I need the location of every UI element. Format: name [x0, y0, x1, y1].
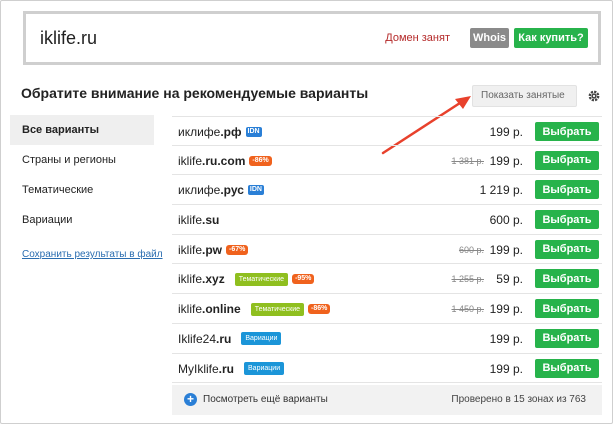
- sidebar: Все варианты Страны и регионы Тематическ…: [10, 115, 154, 235]
- whois-button[interactable]: Whois: [470, 28, 509, 48]
- select-button[interactable]: Выбрать: [535, 328, 599, 348]
- searched-domain-name: iklife: [40, 28, 77, 48]
- table-footer: + Посмотреть ещё варианты Проверено в 15…: [172, 385, 602, 415]
- discount-badge: -67%: [226, 244, 249, 255]
- domain-base: MyIklife: [178, 361, 219, 376]
- table-row: iklife.su 600 р. Выбрать: [172, 205, 602, 235]
- select-button[interactable]: Выбрать: [535, 239, 599, 259]
- domain-name: iklife.pw -67%: [178, 242, 249, 257]
- select-button[interactable]: Выбрать: [535, 210, 599, 230]
- domain-name: иклифе.рф IDN: [178, 125, 262, 139]
- domain-zone: .online: [202, 302, 241, 317]
- table-row: iklife.online Тематические -86% 1 450 р. 199…: [172, 294, 602, 324]
- show-more-link[interactable]: Посмотреть ещё варианты: [203, 394, 328, 405]
- domain-base: иклифе: [178, 125, 221, 139]
- sidebar-item-variations[interactable]: Вариации: [10, 205, 154, 235]
- domain-zone: .pw: [202, 242, 223, 257]
- domain-zone: .ru: [216, 331, 232, 346]
- domain-zone: .рф: [220, 125, 242, 139]
- table-row: MyIklife.ru Вариации 199 р. Выбрать: [172, 354, 602, 384]
- how-to-buy-button[interactable]: Как купить?: [514, 28, 588, 48]
- domain-name: iklife.su: [178, 213, 219, 227]
- domain-table: иклифе.рф IDN 199 р. Выбрать iklife.ru.com -8…: [172, 116, 602, 384]
- domain-name: иклифе.рус IDN: [178, 183, 264, 197]
- domain-name: iklife.ru.com -86%: [178, 154, 272, 168]
- idn-badge: IDN: [245, 127, 262, 137]
- discount-badge: -95%: [292, 274, 315, 285]
- plus-icon[interactable]: +: [184, 393, 197, 406]
- page-frame: iklife.ru Домен занят Whois Как купить? …: [0, 0, 613, 424]
- table-row: иклифе.рус IDN 1 219 р. Выбрать: [172, 175, 602, 206]
- category-tag[interactable]: Вариации: [241, 332, 282, 346]
- domain-base: iklife: [178, 213, 203, 228]
- old-price: 1 381 р.: [451, 155, 484, 166]
- domain-name: iklife.online Тематические -86%: [178, 302, 331, 317]
- table-row: iklife.ru.com -86% 1 381 р. 199 р. Выбрать: [172, 146, 602, 176]
- category-tag[interactable]: Тематические: [234, 272, 289, 286]
- price: 600 р.: [489, 213, 523, 228]
- price: 59 р.: [496, 272, 523, 287]
- select-button[interactable]: Выбрать: [535, 122, 599, 141]
- select-button[interactable]: Выбрать: [535, 150, 599, 170]
- price: 199 р.: [489, 125, 523, 139]
- sidebar-item-all[interactable]: Все варианты: [10, 115, 154, 145]
- sidebar-item-thematic[interactable]: Тематические: [10, 175, 154, 205]
- discount-badge: -86%: [308, 304, 331, 315]
- table-row: иклифе.рф IDN 199 р. Выбрать: [172, 116, 602, 146]
- price: 199 р.: [489, 302, 523, 317]
- domain-name: MyIklife.ru Вариации: [178, 361, 285, 376]
- show-busy-toggle[interactable]: Показать занятые: [472, 85, 577, 107]
- domain-zone: .рус: [220, 183, 244, 198]
- table-row: iklife.pw -67% 600 р. 199 р. Выбрать: [172, 235, 602, 265]
- sidebar-item-countries[interactable]: Страны и регионы: [10, 145, 154, 175]
- old-price: 1 450 р.: [451, 304, 484, 315]
- domain-base: iklife: [178, 272, 203, 287]
- table-row: Iklife24.ru Вариации 199 р. Выбрать: [172, 324, 602, 354]
- domain-zone: .xyz: [202, 272, 225, 287]
- domain-base: Iklife24: [178, 331, 217, 346]
- domain-name: iklife.xyz Тематические -95%: [178, 272, 315, 287]
- price: 199 р.: [489, 242, 523, 257]
- price: 1 219 р.: [479, 183, 523, 198]
- select-button[interactable]: Выбрать: [535, 180, 599, 200]
- domain-name: Iklife24.ru Вариации: [178, 331, 282, 346]
- domain-result-box: iklife.ru Домен занят Whois Как купить?: [23, 11, 601, 65]
- domain-zone: .ru.com: [202, 153, 246, 168]
- domain-base: iklife: [178, 242, 203, 257]
- old-price: 1 255 р.: [451, 274, 484, 285]
- price: 199 р.: [489, 331, 523, 346]
- old-price: 600 р.: [458, 244, 484, 255]
- domain-base: iklife: [178, 153, 203, 168]
- select-button[interactable]: Выбрать: [535, 358, 599, 378]
- domain-zone: .su: [202, 213, 220, 228]
- price: 199 р.: [489, 361, 523, 376]
- gear-icon[interactable]: [585, 87, 603, 105]
- domain-base: iklife: [178, 302, 203, 317]
- searched-domain: iklife.ru: [40, 28, 97, 49]
- select-button[interactable]: Выбрать: [535, 269, 599, 289]
- save-results-link[interactable]: Сохранить результаты в файл: [22, 249, 163, 260]
- price: 199 р.: [489, 153, 523, 168]
- searched-domain-zone: .ru: [76, 28, 98, 48]
- discount-badge: -86%: [249, 155, 272, 166]
- select-button[interactable]: Выбрать: [535, 299, 599, 319]
- domain-busy-status: Домен занят: [385, 32, 450, 44]
- page-title: Обратите внимание на рекомендуемые вариа…: [21, 85, 369, 101]
- category-tag[interactable]: Вариации: [244, 362, 285, 375]
- domain-base: иклифе: [178, 183, 221, 198]
- category-tag[interactable]: Тематические: [250, 302, 305, 316]
- checked-zones-count: Проверено в 15 зонах из 763: [451, 394, 586, 405]
- idn-badge: IDN: [247, 185, 264, 196]
- domain-zone: .ru: [218, 361, 235, 376]
- table-row: iklife.xyz Тематические -95% 1 255 р. 59 р. В…: [172, 264, 602, 295]
